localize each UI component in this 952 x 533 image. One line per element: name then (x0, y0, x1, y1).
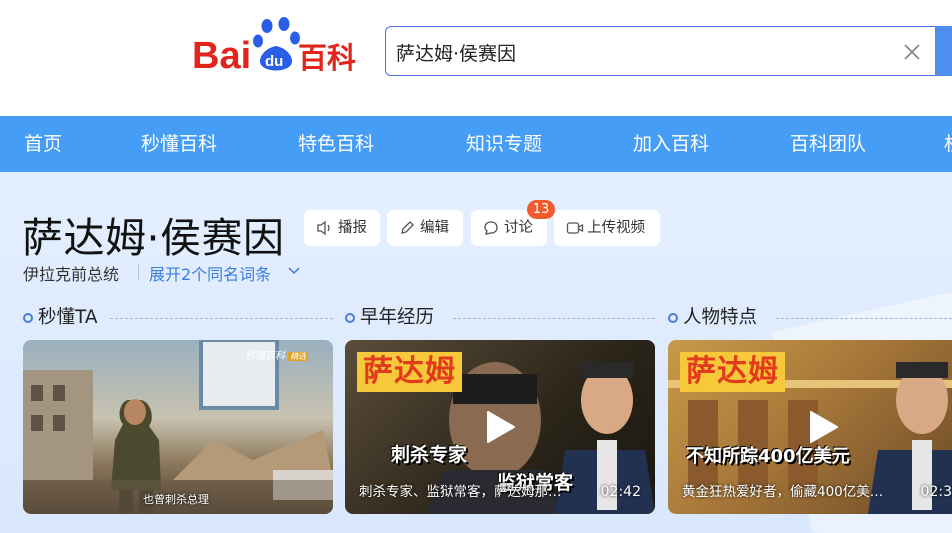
edit-label: 编辑 (420, 220, 449, 236)
svg-text:du: du (265, 53, 283, 70)
dashed-divider (776, 318, 952, 319)
nav-item-home[interactable]: 首页 (24, 116, 62, 172)
video-caption: 黄金狂热爱好者，偷藏400亿美… (682, 484, 884, 500)
section-title: 秒懂TA (38, 307, 98, 328)
pencil-icon (401, 221, 414, 234)
section-head-early-life: 早年经历 (345, 306, 655, 330)
bullet-icon (668, 313, 678, 323)
video-card[interactable]: 秒懂百科 精选 也曾刺杀总理 (23, 340, 333, 514)
edit-button[interactable]: 编辑 (387, 210, 463, 246)
speaker-icon (317, 220, 330, 236)
video-camera-icon (566, 222, 584, 234)
bullet-icon (345, 313, 355, 323)
section-title: 早年经历 (360, 307, 435, 328)
play-icon[interactable] (807, 410, 839, 444)
discuss-count-badge: 13 (527, 200, 555, 219)
nav-item-miaodong[interactable]: 秒懂百科 (141, 116, 217, 172)
section-head-miaodong: 秒懂TA (23, 306, 333, 330)
nav-item-zhishi[interactable]: 知识专题 (466, 116, 542, 172)
expand-homonyms-label: 展开2个同名词条 (149, 265, 272, 284)
search-input[interactable] (396, 37, 876, 67)
baidu-baike-logo[interactable]: du Bai 百科 (192, 16, 372, 77)
video-subtitle: 也曾刺杀总理 (143, 493, 209, 506)
nav-item-team[interactable]: 百科团队 (790, 116, 866, 172)
entry-subtitle: 伊拉克前总统 (23, 265, 120, 284)
dashed-divider (453, 318, 655, 319)
video-duration: 02:3 (920, 484, 952, 500)
section-head-traits: 人物特点 (668, 306, 952, 330)
play-icon[interactable] (484, 410, 516, 444)
header: du Bai 百科 (0, 0, 952, 116)
video-overlay-text: 不知所踪400亿美元 (686, 446, 850, 467)
video-duration: 02:42 (600, 484, 641, 500)
nav-item-tese[interactable]: 特色百科 (298, 116, 374, 172)
video-caption: 刺杀专家、监狱常客，萨达姆那… (359, 484, 562, 500)
video-card[interactable]: 萨达姆 刺杀专家 监狱常客 刺杀专家、监狱常客，萨达姆那… 02:42 (345, 340, 655, 514)
dashed-divider (110, 318, 333, 319)
search-box (385, 26, 937, 76)
top-nav: 首页 秒懂百科 特色百科 知识专题 加入百科 百科团队 权 (0, 116, 952, 172)
expand-homonyms-link[interactable]: 展开2个同名词条 (149, 261, 300, 285)
broadcast-button[interactable]: 播报 (304, 210, 380, 246)
upload-video-label: 上传视频 (587, 220, 645, 236)
svg-text:百科: 百科 (298, 41, 356, 74)
video-overlay-text: 刺杀专家 (391, 444, 468, 466)
search-button[interactable] (935, 26, 952, 76)
svg-text:Bai: Bai (192, 35, 251, 74)
close-icon[interactable] (901, 41, 923, 63)
nav-item-more[interactable]: 权 (944, 116, 952, 172)
chat-bubble-icon (484, 221, 498, 235)
bullet-icon (23, 313, 33, 323)
entry-content: 萨达姆·侯赛因 播报 编辑 讨论 13 上传视频 伊拉克前总统 展开2个同名词条 (0, 172, 952, 533)
upload-video-button[interactable]: 上传视频 (554, 210, 660, 246)
video-card[interactable]: 萨达姆 不知所踪400亿美元 黄金狂热爱好者，偷藏400亿美… 02:3 (668, 340, 952, 514)
watermark: 秒懂百科 精选 (245, 351, 309, 362)
divider (138, 264, 139, 281)
page-title: 萨达姆·侯赛因 (22, 214, 285, 262)
nav-item-join[interactable]: 加入百科 (633, 116, 709, 172)
video-banner-title: 萨达姆 (680, 352, 785, 392)
chevron-down-icon (288, 267, 300, 275)
broadcast-label: 播报 (338, 220, 367, 236)
video-banner-title: 萨达姆 (357, 352, 462, 392)
video-thumbnail (23, 340, 333, 514)
section-title: 人物特点 (683, 307, 758, 328)
